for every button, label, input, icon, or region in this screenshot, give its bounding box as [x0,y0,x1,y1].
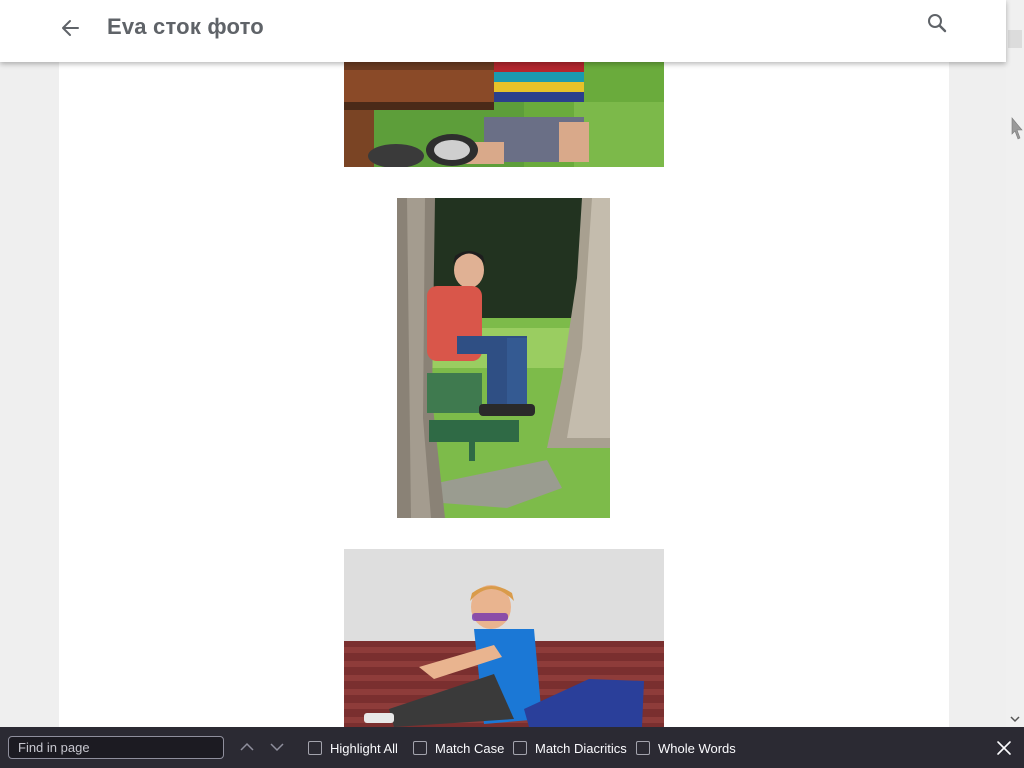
match-case-checkbox[interactable]: Match Case [413,739,504,757]
checkbox-box[interactable] [413,741,427,755]
app-bar: Eva сток фото [0,0,1006,62]
photo-graphic [344,62,664,167]
whole-words-checkbox[interactable]: Whole Words [636,739,736,757]
match-diacritics-checkbox[interactable]: Match Diacritics [513,739,627,757]
arrow-back-icon[interactable] [58,14,84,42]
page-content [59,0,949,727]
checkbox-label: Match Case [435,740,505,756]
page-title: Eva сток фото [107,14,264,39]
highlight-all-checkbox[interactable]: Highlight All [308,739,398,757]
checkbox-box[interactable] [308,741,322,755]
scroll-down-icon[interactable] [1008,712,1022,724]
checkbox-box[interactable] [513,741,527,755]
search-icon[interactable] [924,10,950,36]
scrollbar-thumb[interactable] [1008,30,1022,48]
checkbox-label: Highlight All [330,740,398,756]
chevron-up-icon[interactable] [239,740,255,754]
gallery-image-boy-on-wooden-bench[interactable] [344,62,664,167]
checkbox-box[interactable] [636,741,650,755]
gallery-image-teen-on-bench-between-trees[interactable] [397,198,610,518]
chevron-down-icon[interactable] [269,740,285,754]
find-input[interactable] [8,736,224,759]
close-icon[interactable] [995,739,1013,757]
checkbox-label: Match Diacritics [535,740,627,756]
vertical-scrollbar[interactable] [1006,0,1024,727]
photo-graphic [344,549,664,727]
find-bar: Highlight All Match Case Match Diacritic… [0,727,1024,768]
photo-graphic [397,198,610,518]
checkbox-label: Whole Words [658,740,736,756]
cursor-arrow-icon [1010,116,1024,142]
gallery-image-boy-with-glasses-on-red-bench[interactable] [344,549,664,727]
